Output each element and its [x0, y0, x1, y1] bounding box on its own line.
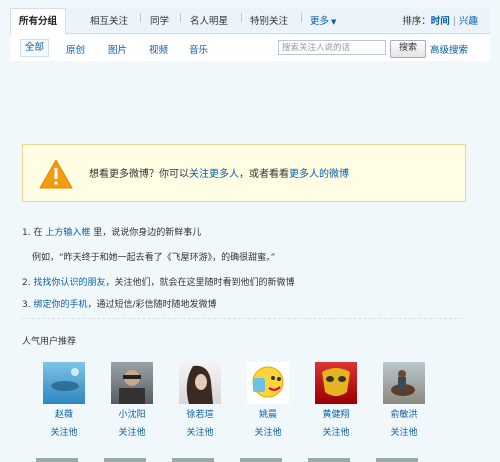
avatar[interactable] [43, 362, 85, 404]
avatar[interactable] [179, 362, 221, 404]
filter-videos[interactable]: 视频 [149, 42, 168, 56]
follow-button[interactable]: 关注他 [376, 425, 432, 438]
tip-text: 在 [33, 228, 43, 238]
tab-separator: | [139, 13, 143, 23]
avatar[interactable] [111, 362, 153, 404]
user-name[interactable]: 俞敏洪 [376, 407, 432, 420]
tip-1: 1. 在 上方输入框 里，说说你身边的新鲜事儿 [22, 225, 201, 238]
tab-more-label: 更多 [310, 16, 330, 27]
user-card: 赵薇 关注他 [36, 362, 92, 438]
avatar-image [119, 370, 145, 404]
user-name[interactable]: 姚晨 [240, 407, 296, 420]
sort-label: 排序： [402, 16, 431, 27]
sort-control: 排序：时间 | 兴趣 [402, 13, 478, 27]
user-name[interactable]: 小沈阳 [104, 407, 160, 420]
warning-icon [39, 159, 73, 189]
tip-1-example: 例如，“昨天终于和她一起去看了《飞屋环游》，的确很甜蜜。” [32, 253, 276, 263]
avatar[interactable] [315, 362, 357, 404]
chevron-down-icon: ▼ [331, 18, 337, 26]
tip-number: 1. [22, 228, 31, 238]
follow-button[interactable]: 关注他 [240, 425, 296, 438]
advanced-search-link[interactable]: 高级搜索 [430, 42, 468, 56]
user-card: 黄健翔 关注他 [308, 362, 364, 438]
avatar[interactable] [383, 362, 425, 404]
tip-text: ，通过短信/彩信随时随地发微博 [87, 300, 217, 310]
divider [22, 318, 462, 319]
bind-phone-link[interactable]: 绑定你的手机 [33, 300, 87, 310]
next-row-avatars-partial [36, 458, 436, 462]
sort-by-interest[interactable]: 兴趣 [459, 16, 478, 27]
user-card: 小沈阳 关注他 [104, 362, 160, 438]
avatar-partial [376, 458, 418, 462]
tip-number: 3. [22, 300, 31, 310]
tab-more[interactable]: 更多 ▼ [310, 13, 336, 27]
follow-button[interactable]: 关注他 [172, 425, 228, 438]
avatar-image [322, 368, 350, 396]
filter-images[interactable]: 图片 [108, 42, 127, 56]
notice-text: 想看更多微博？你可以关注更多人，或者看看更多人的微博 [89, 165, 349, 180]
user-card: 姚晨 关注他 [240, 362, 296, 438]
avatar-partial [308, 458, 350, 462]
filter-music[interactable]: 音乐 [189, 42, 208, 56]
tip-2: 2. 找找你认识的朋友，关注他们，就会在这里随时看到他们的新微博 [22, 275, 295, 288]
search-button[interactable]: 搜索 [390, 40, 426, 58]
empty-feed-notice: 想看更多微博？你可以关注更多人，或者看看更多人的微博 [22, 144, 466, 202]
tip-text: 里，说说你身边的新鲜事儿 [93, 228, 202, 238]
notice-prefix: 想看更多微博？你可以 [89, 169, 189, 180]
tip-3: 3. 绑定你的手机，通过短信/彩信随时随地发微博 [22, 297, 217, 310]
follow-button[interactable]: 关注他 [104, 425, 160, 438]
user-name[interactable]: 赵薇 [36, 407, 92, 420]
group-tabs: 所有分组 相互关注 | 同学 | 名人明星 | 特别关注 | 更多 ▼ 排序：时间… [10, 8, 490, 35]
more-weibo-link[interactable]: 更多人的微博 [289, 169, 349, 180]
filter-all[interactable]: 全部 [20, 39, 50, 57]
avatar-partial [240, 458, 282, 462]
tip-text: ，关注他们，就会在这里随时看到他们的新微博 [105, 278, 295, 288]
tab-separator: | [179, 13, 183, 23]
avatar-partial [104, 458, 146, 462]
avatar-image [51, 368, 79, 391]
avatar[interactable] [247, 362, 289, 404]
tab-mutual-follow[interactable]: 相互关注 [90, 13, 128, 27]
tab-special-follow[interactable]: 特别关注 [250, 13, 288, 27]
follow-button[interactable]: 关注他 [308, 425, 364, 438]
avatar-image [186, 365, 213, 404]
follow-more-link[interactable]: 关注更多人 [189, 169, 239, 180]
find-friends-link[interactable]: 找找你认识的朋友 [33, 278, 105, 288]
follow-button[interactable]: 关注他 [36, 425, 92, 438]
avatar-partial [172, 458, 214, 462]
search-input[interactable]: 搜索关注人说的话 [278, 40, 386, 55]
avatar-image [252, 366, 284, 398]
avatar-partial [36, 458, 78, 462]
top-input-link[interactable]: 上方输入框 [45, 228, 90, 238]
notice-middle: ，或者看看 [239, 169, 289, 180]
user-name[interactable]: 徐若瑄 [172, 407, 228, 420]
tip-number: 2. [22, 278, 31, 288]
sort-by-time[interactable]: 时间 [431, 16, 450, 27]
tab-all-groups[interactable]: 所有分组 [10, 8, 67, 35]
tab-separator: | [240, 13, 244, 23]
tab-celebrities[interactable]: 名人明星 [190, 13, 228, 27]
user-card: 俞敏洪 关注他 [376, 362, 432, 438]
filter-original[interactable]: 原创 [66, 42, 85, 56]
tab-separator: | [300, 13, 304, 23]
content-filter-bar: 全部 原创 图片 视频 音乐 搜索关注人说的话 搜索 高级搜索 [10, 35, 490, 61]
user-name[interactable]: 黄健翔 [308, 407, 364, 420]
recommended-users-title: 人气用户推荐 [22, 337, 77, 347]
tab-classmates[interactable]: 同学 [150, 13, 169, 27]
sort-separator: | [452, 16, 456, 27]
user-card: 徐若瑄 关注他 [172, 362, 228, 438]
avatar-image [391, 370, 415, 396]
